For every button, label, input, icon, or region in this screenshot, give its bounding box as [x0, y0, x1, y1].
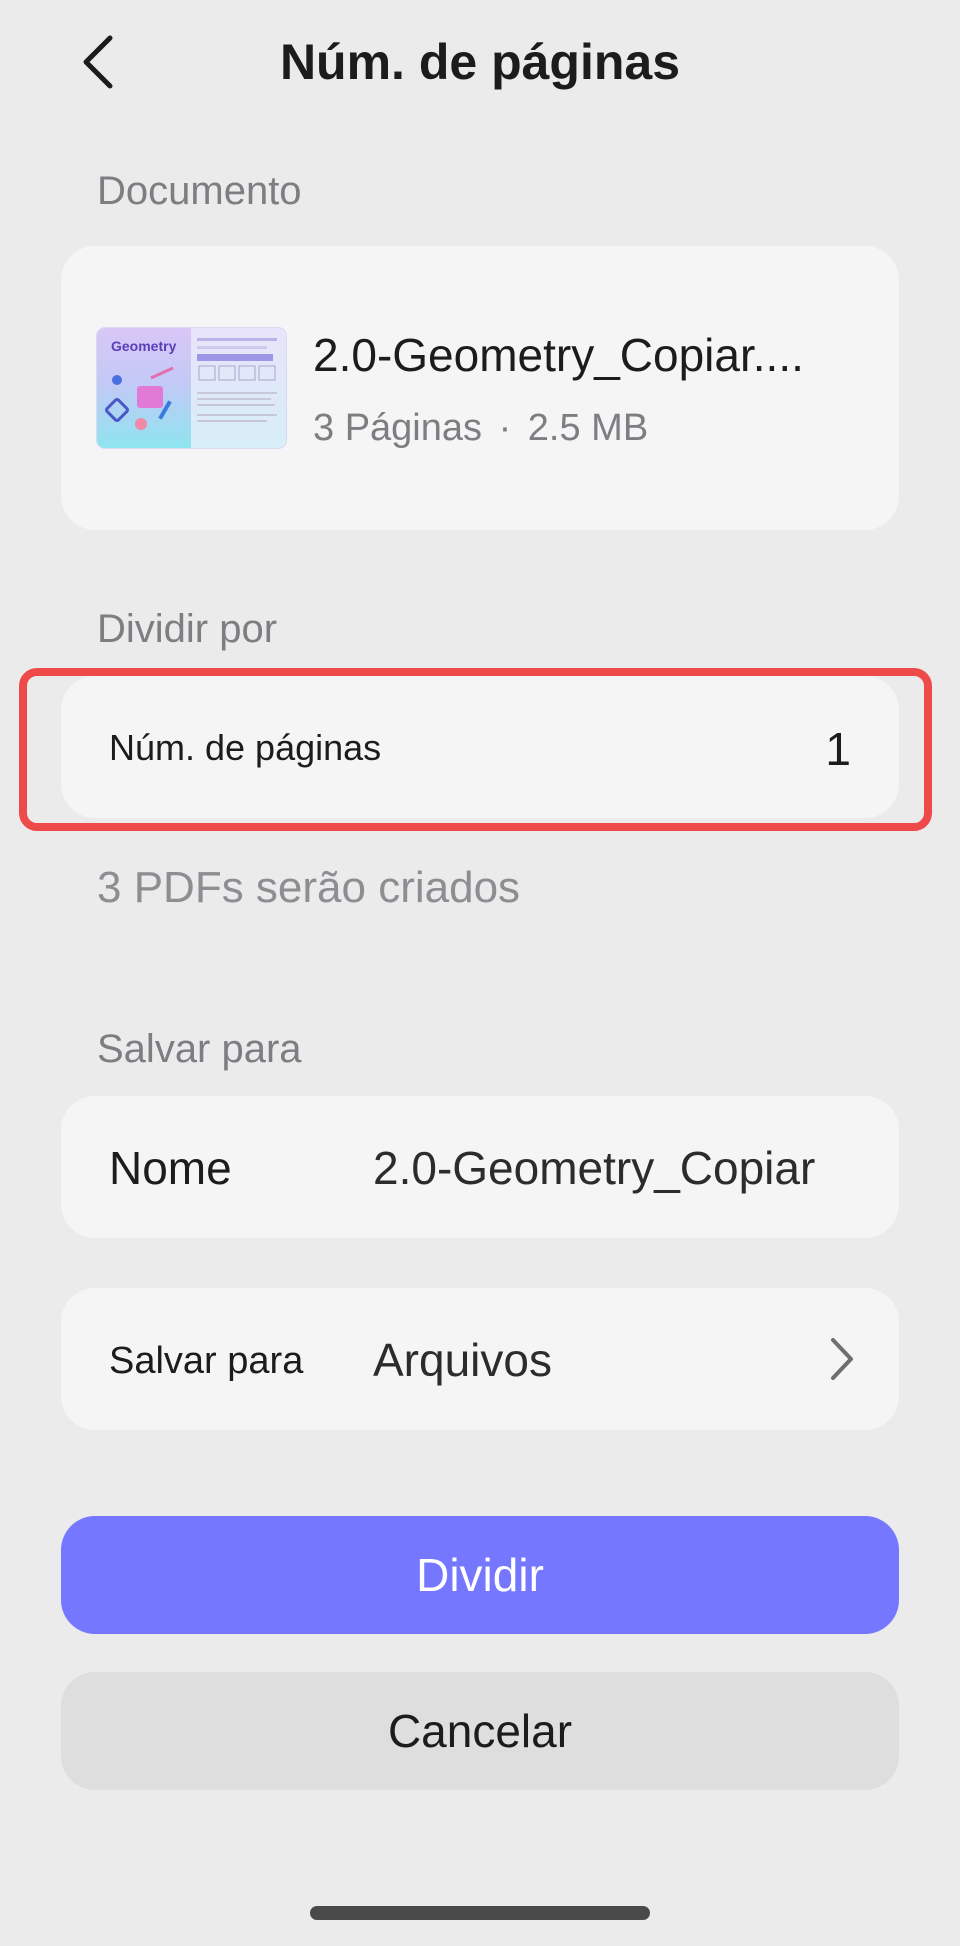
save-location-label: Salvar para: [109, 1340, 304, 1382]
save-section-label: Salvar para: [97, 1027, 302, 1071]
highlight-box: [19, 668, 932, 831]
split-section-label: Dividir por: [97, 607, 278, 651]
meta-separator: ·: [498, 407, 512, 449]
file-name-input[interactable]: 2.0-Geometry_Copiar: [373, 1140, 815, 1196]
chevron-right-icon: [829, 1336, 855, 1387]
document-card[interactable]: Geometry 2.0-Geometry_Copiar.... 3 Págin…: [61, 246, 899, 530]
document-name: 2.0-Geometry_Copiar....: [313, 329, 804, 381]
save-location-row[interactable]: Salvar para Arquivos: [61, 1288, 899, 1430]
pdf-count-text: 3 PDFs serão criados: [97, 863, 521, 912]
document-size: 2.5 MB: [527, 407, 649, 449]
document-meta: 3 Páginas · 2.5 MB: [313, 404, 648, 452]
page-title: Núm. de páginas: [279, 34, 681, 90]
save-location-value: Arquivos: [373, 1334, 552, 1386]
split-button[interactable]: Dividir: [61, 1516, 899, 1634]
file-name-row[interactable]: Nome 2.0-Geometry_Copiar: [61, 1096, 899, 1238]
cancel-button[interactable]: Cancelar: [61, 1672, 899, 1790]
document-thumbnail: Geometry: [97, 328, 286, 448]
home-indicator: [310, 1906, 650, 1920]
document-section-label: Documento: [97, 169, 302, 213]
name-label: Nome: [109, 1142, 232, 1194]
document-page-count: 3 Páginas: [313, 407, 483, 449]
